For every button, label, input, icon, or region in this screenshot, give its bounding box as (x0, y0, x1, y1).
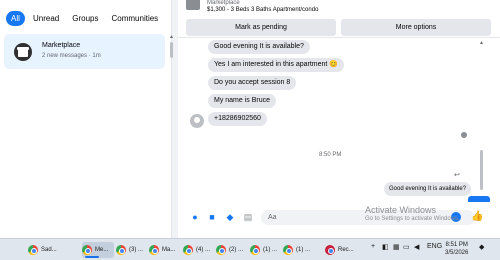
network-icon[interactable]: ◧ (382, 243, 389, 251)
tab-unread[interactable]: Unread (28, 11, 64, 26)
tab-groups[interactable]: Groups (67, 11, 103, 26)
chrome-icon (116, 245, 126, 255)
activate-windows-subtitle: Go to Settings to activate Windows. (365, 216, 460, 222)
taskbar-app-label: Rec... (338, 247, 354, 253)
conversation-item-marketplace[interactable]: Marketplace 2 new messages · 1m (4, 34, 165, 69)
header-divider (178, 37, 500, 38)
taskbar-app[interactable]: Sad... (28, 242, 76, 258)
taskbar-app[interactable]: Ma... (149, 242, 181, 258)
chrome-icon (183, 245, 193, 255)
scroll-up-arrow-icon[interactable]: ▲ (169, 34, 174, 40)
chrome-icon (28, 245, 38, 255)
taskbar-app-label: (1) ... (263, 247, 278, 253)
conversation-scrollbar[interactable] (480, 150, 483, 190)
scroll-up-arrow-icon[interactable]: ▲ (479, 40, 484, 46)
taskbar-app[interactable]: (2) ... (216, 242, 248, 258)
mark-as-pending-button[interactable]: Mark as pending (186, 19, 336, 36)
taskbar-app-label: Me... (95, 247, 109, 253)
thumbs-up-icon[interactable]: 👍 (471, 211, 483, 222)
taskbar-app[interactable]: (1) ... (250, 242, 282, 258)
incoming-message[interactable]: Do you accept session 8 (208, 76, 297, 90)
recorder-icon (325, 245, 335, 255)
taskbar-app-label: Sad... (41, 247, 57, 253)
chrome-icon (216, 245, 226, 255)
taskbar-app[interactable]: Rec... (325, 242, 363, 258)
settings-tray-icon[interactable]: + (371, 243, 375, 250)
message-timestamp: 8:50 PM (319, 152, 342, 158)
taskbar-app-label: (1) ... (296, 247, 311, 253)
taskbar-app[interactable]: (3) ... (116, 242, 148, 258)
taskbar-app[interactable]: (4) ... (183, 242, 215, 258)
tab-all[interactable]: All (6, 11, 25, 26)
speaker-icon[interactable]: ◀ (414, 243, 419, 251)
incoming-message[interactable]: My name is Bruce (208, 94, 277, 108)
taskbar-app-label: (3) ... (129, 247, 144, 253)
conversation-name: Marketplace (42, 42, 81, 49)
seen-indicator-avatar (461, 132, 467, 138)
active-indicator (85, 256, 99, 258)
listing-source: Marketplace (207, 0, 240, 6)
tray-icon[interactable]: ▦ (393, 243, 400, 251)
taskbar-app-active[interactable]: Me... (82, 242, 114, 258)
marketplace-store-icon (14, 43, 32, 61)
language-indicator[interactable]: ENG (427, 243, 442, 250)
taskbar-app-label: (4) ... (196, 247, 211, 253)
chrome-icon (283, 245, 293, 255)
reply-icon[interactable]: ↩ (454, 171, 460, 179)
taskbar-app-label: Ma... (162, 247, 176, 253)
tab-communities[interactable]: Communities (106, 11, 163, 26)
filter-tabs: All Unread Groups Communities (6, 11, 163, 26)
listing-thumbnail[interactable] (186, 0, 200, 10)
activate-windows-title: Activate Windows (365, 205, 437, 215)
listing-title[interactable]: $1,300 - 3 Beds 3 Baths Apartment/condo (207, 7, 318, 13)
taskbar-app-label: (2) ... (229, 247, 244, 253)
notification-icon[interactable]: ◆ (479, 243, 484, 251)
taskbar-app[interactable]: (1) ... (283, 242, 315, 258)
incoming-message[interactable]: Good evening It is available? (208, 40, 310, 54)
sticker-icon[interactable]: ◆ (225, 212, 235, 222)
sender-avatar[interactable] (190, 114, 204, 128)
clock-date: 3/5/2026 (445, 250, 469, 256)
chrome-icon (149, 245, 159, 255)
outgoing-reply-preview[interactable]: Good evening It is available? (384, 182, 472, 196)
microphone-icon[interactable]: ● (190, 212, 200, 222)
clock-time: 8:51 PM (445, 242, 468, 248)
chat-list-panel: All Unread Groups Communities Marketplac… (0, 0, 174, 238)
incoming-message[interactable]: Yes I am interested in this apartment 😊 (208, 58, 345, 72)
incoming-message[interactable]: +18286902560 (208, 112, 267, 126)
gif-icon[interactable]: ▤ (243, 212, 253, 222)
system-clock[interactable]: 8:51 PM 3/5/2026 (445, 241, 468, 257)
conversation-panel: Marketplace $1,300 - 3 Beds 3 Baths Apar… (178, 0, 500, 238)
conversation-subtitle: 2 new messages · 1m (42, 53, 101, 59)
sidebar-scrollbar[interactable] (170, 42, 173, 58)
taskbar: Sad... Me... (3) ... Ma... (4) ... (2) .… (0, 238, 500, 260)
more-options-button[interactable]: More options (341, 19, 491, 36)
outgoing-message-bubble[interactable] (468, 196, 490, 202)
chrome-icon (82, 245, 92, 255)
ethernet-icon[interactable]: ▭ (403, 243, 410, 251)
photo-icon[interactable]: ■ (207, 212, 217, 222)
chrome-icon (250, 245, 260, 255)
